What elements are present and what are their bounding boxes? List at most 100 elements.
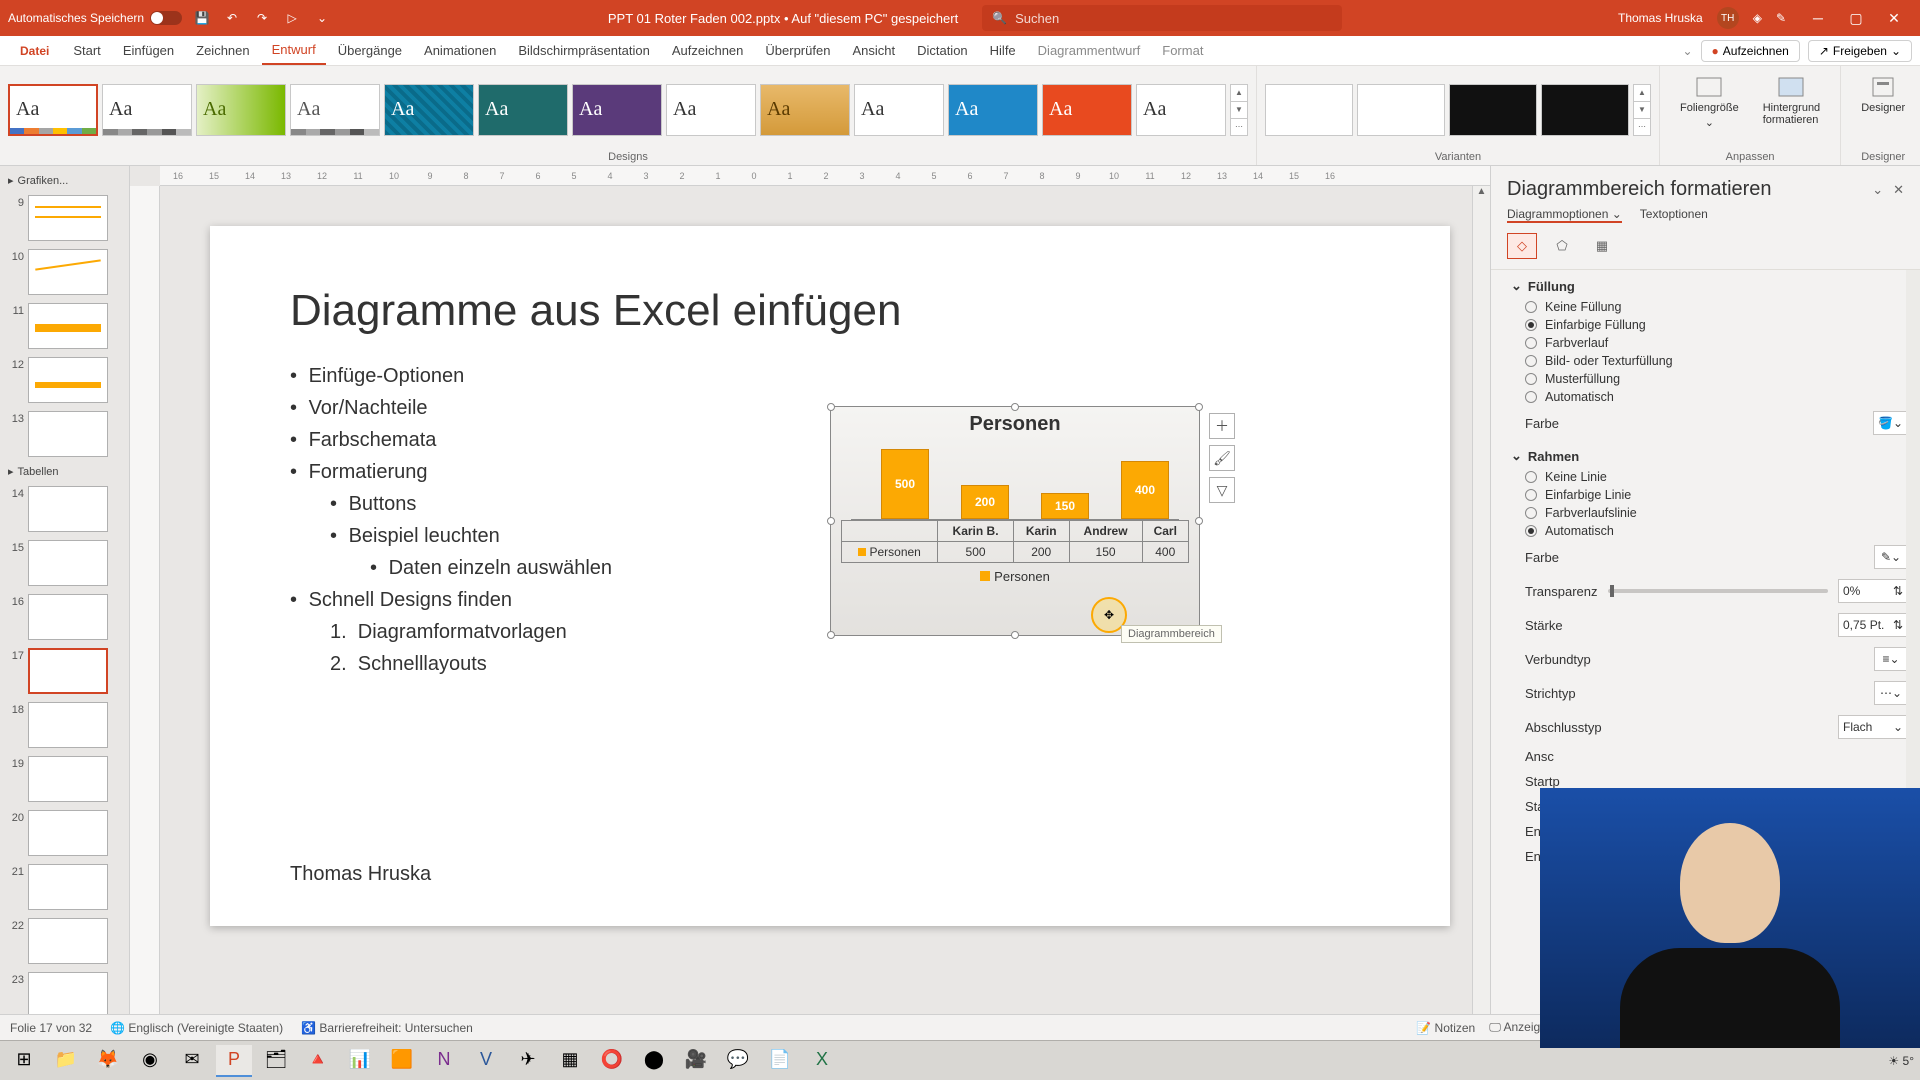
theme-thumb[interactable]: Aa <box>290 84 380 136</box>
width-input[interactable]: 0,75 Pt.⇅ <box>1838 613 1908 637</box>
gallery-spinner[interactable]: ▲▼⋯ <box>1230 84 1248 136</box>
weather-widget[interactable]: ☀ 5° <box>1888 1054 1914 1068</box>
start-from-beginning-icon[interactable]: ▷ <box>282 8 302 28</box>
slide-thumb[interactable] <box>28 594 108 640</box>
fill-color-picker[interactable]: 🪣⌄ <box>1873 411 1908 435</box>
slide-thumb[interactable] <box>28 303 108 349</box>
diamond-icon[interactable]: ◈ <box>1753 11 1762 25</box>
variants-gallery[interactable]: ▲▼⋯ <box>1265 70 1651 149</box>
slide-thumb[interactable] <box>28 411 108 457</box>
pane-close-icon[interactable]: ✕ <box>1893 182 1904 198</box>
app-icon[interactable]: ▦ <box>552 1045 588 1077</box>
obs-icon[interactable]: ⭕ <box>594 1045 630 1077</box>
tab-start[interactable]: Start <box>63 36 110 65</box>
chrome-icon[interactable]: ◉ <box>132 1045 168 1077</box>
resize-handle[interactable] <box>827 403 835 411</box>
tab-insert[interactable]: Einfügen <box>113 36 184 65</box>
vlc-icon[interactable]: 🔺 <box>300 1045 336 1077</box>
firefox-icon[interactable]: 🦊 <box>90 1045 126 1077</box>
line-auto-radio[interactable]: Automatisch <box>1511 522 1908 540</box>
fill-picture-radio[interactable]: Bild- oder Texturfüllung <box>1511 352 1908 370</box>
theme-thumb[interactable]: Aa <box>760 84 850 136</box>
collapse-ribbon-icon[interactable]: ⌄ <box>1682 44 1692 58</box>
visio-icon[interactable]: V <box>468 1045 504 1077</box>
cap-type-select[interactable]: Flach⌄ <box>1838 715 1908 739</box>
tab-review[interactable]: Überprüfen <box>755 36 840 65</box>
app-icon[interactable]: 🟧 <box>384 1045 420 1077</box>
chart-bar[interactable]: 500 <box>881 449 929 519</box>
telegram-icon[interactable]: ✈ <box>510 1045 546 1077</box>
slide-thumb[interactable] <box>28 702 108 748</box>
section-header[interactable]: ▸ Tabellen <box>0 461 129 482</box>
slide-thumb[interactable] <box>28 357 108 403</box>
file-tab[interactable]: Datei <box>8 36 61 65</box>
accessibility-check[interactable]: ♿ Barrierefreiheit: Untersuchen <box>301 1021 473 1035</box>
undo-icon[interactable]: ↶ <box>222 8 242 28</box>
notes-button[interactable]: 📝 Notizen <box>1416 1021 1475 1035</box>
theme-thumb[interactable]: Aa <box>8 84 98 136</box>
slide-title[interactable]: Diagramme aus Excel einfügen <box>290 286 1370 336</box>
border-color-picker[interactable]: ✎⌄ <box>1874 545 1908 569</box>
fill-pattern-radio[interactable]: Musterfüllung <box>1511 370 1908 388</box>
text-options-tab[interactable]: Textoptionen <box>1640 207 1708 223</box>
line-gradient-radio[interactable]: Farbverlaufslinie <box>1511 504 1908 522</box>
user-avatar[interactable]: TH <box>1717 7 1739 29</box>
chart-filters-button[interactable]: ▽ <box>1209 477 1235 503</box>
tab-record[interactable]: Aufzeichnen <box>662 36 754 65</box>
resize-handle[interactable] <box>1011 631 1019 639</box>
theme-thumb[interactable]: Aa <box>854 84 944 136</box>
chart-plot-area[interactable]: 500 200 150 400 <box>851 440 1179 520</box>
chart-data-table[interactable]: Karin B.KarinAndrewCarl Personen50020015… <box>841 520 1189 563</box>
app-icon[interactable]: 📊 <box>342 1045 378 1077</box>
variant-thumb[interactable] <box>1357 84 1445 136</box>
resize-handle[interactable] <box>827 517 835 525</box>
chart-options-tab[interactable]: Diagrammoptionen ⌄ <box>1507 207 1622 223</box>
theme-thumb[interactable]: Aa <box>196 84 286 136</box>
theme-thumb[interactable]: Aa <box>948 84 1038 136</box>
tab-dictation[interactable]: Dictation <box>907 36 978 65</box>
tab-view[interactable]: Ansicht <box>842 36 905 65</box>
search-box[interactable]: 🔍 <box>982 5 1342 31</box>
slide-size-button[interactable]: Foliengröße⌄ <box>1668 70 1751 149</box>
vertical-scrollbar[interactable]: ▲ <box>1472 186 1490 1014</box>
tab-chart-design[interactable]: Diagrammentwurf <box>1028 36 1151 65</box>
chart-title[interactable]: Personen <box>831 407 1199 440</box>
fill-solid-radio[interactable]: Einfarbige Füllung <box>1511 316 1908 334</box>
theme-thumb[interactable]: Aa <box>1042 84 1132 136</box>
pane-options-icon[interactable]: ⌄ <box>1872 182 1883 198</box>
resize-handle[interactable] <box>827 631 835 639</box>
app-icon[interactable]: ⬤ <box>636 1045 672 1077</box>
chart-bar[interactable]: 150 <box>1041 493 1089 519</box>
resize-handle[interactable] <box>1011 403 1019 411</box>
chart-bar[interactable]: 200 <box>961 485 1009 519</box>
slide-thumb[interactable] <box>28 249 108 295</box>
slide-thumb[interactable] <box>28 648 108 694</box>
slide-thumb[interactable] <box>28 918 108 964</box>
fill-none-radio[interactable]: Keine Füllung <box>1511 298 1908 316</box>
onenote-icon[interactable]: N <box>426 1045 462 1077</box>
pen-icon[interactable]: ✎ <box>1776 11 1786 25</box>
save-icon[interactable]: 💾 <box>192 8 212 28</box>
line-solid-radio[interactable]: Einfarbige Linie <box>1511 486 1908 504</box>
fill-outline-icon[interactable]: ◇ <box>1507 233 1537 259</box>
border-section-header[interactable]: ⌄ Rahmen <box>1511 440 1908 468</box>
tab-help[interactable]: Hilfe <box>980 36 1026 65</box>
tab-design[interactable]: Entwurf <box>262 36 326 65</box>
theme-thumb[interactable]: Aa <box>478 84 568 136</box>
theme-thumb[interactable]: Aa <box>102 84 192 136</box>
share-button[interactable]: ↗Freigeben⌄ <box>1808 40 1912 62</box>
chart-object[interactable]: Personen 500 200 150 400 Karin B.KarinAn… <box>830 406 1200 636</box>
transparency-input[interactable]: 0%⇅ <box>1838 579 1908 603</box>
minimize-button[interactable]: ─ <box>1800 6 1836 30</box>
slide-thumb[interactable] <box>28 756 108 802</box>
slide-thumb[interactable] <box>28 864 108 910</box>
tab-format[interactable]: Format <box>1152 36 1213 65</box>
tab-transitions[interactable]: Übergänge <box>328 36 412 65</box>
slide-thumb[interactable] <box>28 810 108 856</box>
chart-legend[interactable]: Personen <box>831 563 1199 590</box>
app-icon[interactable]: 🗂 <box>258 1045 294 1077</box>
slide-thumb[interactable] <box>28 195 108 241</box>
slide-thumb[interactable] <box>28 540 108 586</box>
fill-auto-radio[interactable]: Automatisch <box>1511 388 1908 406</box>
excel-icon[interactable]: X <box>804 1045 840 1077</box>
